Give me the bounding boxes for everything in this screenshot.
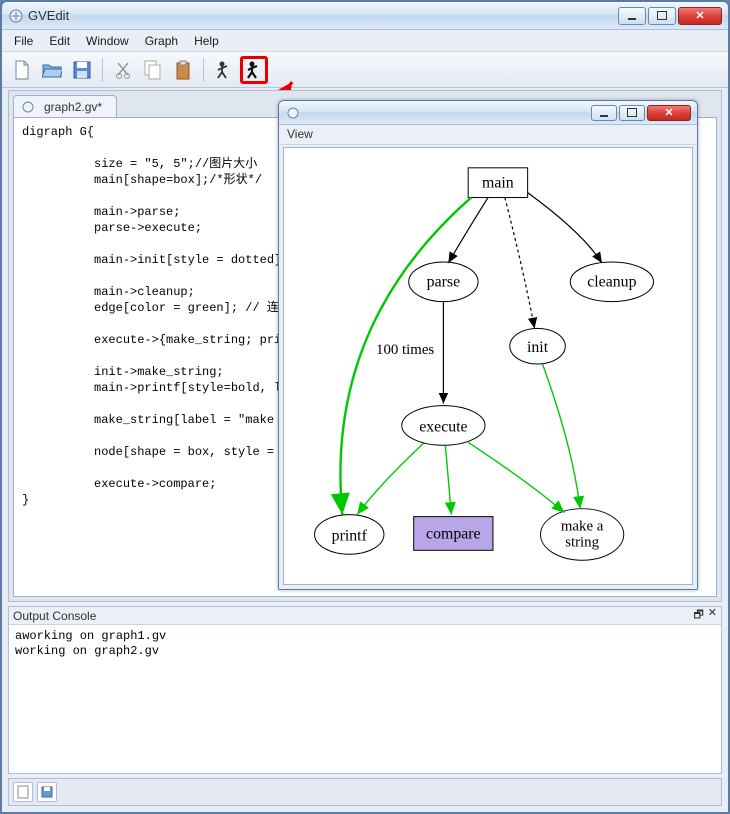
console-close-icon[interactable]: ✕ bbox=[708, 606, 717, 625]
view-window-controls bbox=[591, 105, 691, 121]
view-minimize-button[interactable] bbox=[591, 105, 617, 121]
menu-graph[interactable]: Graph bbox=[137, 32, 186, 50]
layout-button[interactable] bbox=[240, 56, 268, 84]
node-execute: execute bbox=[419, 418, 467, 435]
console-controls: 🗗 ✕ bbox=[693, 606, 717, 625]
minimize-button[interactable] bbox=[618, 7, 646, 25]
window-title: GVEdit bbox=[28, 8, 618, 23]
status-new-icon[interactable] bbox=[13, 782, 33, 802]
node-compare: compare bbox=[426, 525, 481, 542]
console-body[interactable]: aworking on graph1.gv working on graph2.… bbox=[9, 625, 721, 663]
document-tab[interactable]: graph2.gv* bbox=[13, 95, 117, 117]
node-make-string-l1: make a bbox=[561, 518, 604, 534]
output-console: Output Console 🗗 ✕ aworking on graph1.gv… bbox=[8, 606, 722, 774]
view-maximize-button[interactable] bbox=[619, 105, 645, 121]
titlebar[interactable]: GVEdit bbox=[2, 2, 728, 30]
console-line: aworking on graph1.gv bbox=[15, 629, 166, 643]
console-title: Output Console bbox=[13, 609, 96, 623]
view-icon bbox=[285, 105, 301, 121]
menu-file[interactable]: File bbox=[6, 32, 41, 50]
menu-help[interactable]: Help bbox=[186, 32, 227, 50]
maximize-button[interactable] bbox=[648, 7, 676, 25]
new-file-button[interactable] bbox=[8, 56, 36, 84]
menu-window[interactable]: Window bbox=[78, 32, 137, 50]
console-line: working on graph2.gv bbox=[15, 644, 159, 658]
statusbar bbox=[8, 778, 722, 806]
cut-button[interactable] bbox=[109, 56, 137, 84]
run-button[interactable] bbox=[210, 56, 238, 84]
node-make-string-l2: string bbox=[565, 534, 599, 550]
open-file-button[interactable] bbox=[38, 56, 66, 84]
node-printf: printf bbox=[332, 527, 368, 544]
copy-button[interactable] bbox=[139, 56, 167, 84]
graph-svg: main parse cleanup init execute printf c… bbox=[284, 148, 692, 584]
close-button[interactable] bbox=[678, 7, 722, 25]
save-button[interactable] bbox=[68, 56, 96, 84]
window-controls bbox=[618, 7, 722, 25]
view-close-button[interactable] bbox=[647, 105, 691, 121]
view-label: View bbox=[279, 125, 697, 145]
status-save-icon[interactable] bbox=[37, 782, 57, 802]
view-titlebar[interactable] bbox=[279, 101, 697, 125]
paste-button[interactable] bbox=[169, 56, 197, 84]
edge-label: 100 times bbox=[376, 342, 434, 358]
toolbar-separator bbox=[102, 58, 103, 82]
console-header[interactable]: Output Console 🗗 ✕ bbox=[9, 607, 721, 625]
document-tab-label: graph2.gv* bbox=[44, 100, 102, 114]
node-cleanup: cleanup bbox=[587, 274, 636, 291]
node-parse: parse bbox=[427, 274, 460, 291]
node-main: main bbox=[482, 175, 514, 192]
node-init: init bbox=[527, 339, 549, 356]
app-icon bbox=[8, 8, 24, 24]
toolbar-separator bbox=[203, 58, 204, 82]
toolbar bbox=[2, 52, 728, 88]
view-window[interactable]: View main parse cleanup init execute pri bbox=[278, 100, 698, 590]
menubar: File Edit Window Graph Help bbox=[2, 30, 728, 52]
menu-edit[interactable]: Edit bbox=[41, 32, 78, 50]
doc-icon bbox=[20, 99, 36, 115]
console-dock-icon[interactable]: 🗗 bbox=[693, 606, 703, 625]
view-canvas[interactable]: main parse cleanup init execute printf c… bbox=[283, 147, 693, 585]
